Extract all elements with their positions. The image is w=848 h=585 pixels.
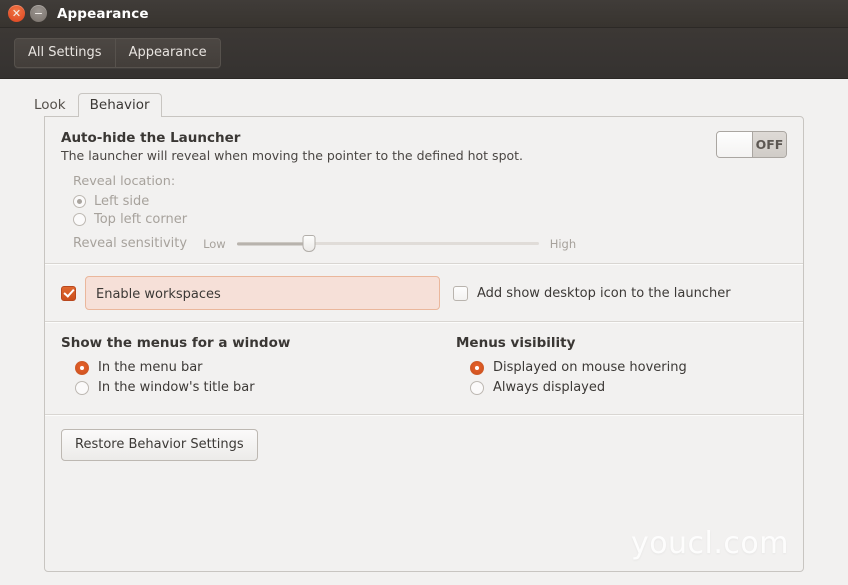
radio-in-the-windows-title-bar[interactable]: In the window's title bar — [75, 380, 456, 395]
radio-label-in-the-windows-title-bar: In the window's title bar — [98, 380, 255, 395]
sensitivity-low-label: Low — [203, 237, 226, 251]
radio-label-top-left-corner: Top left corner — [94, 212, 187, 227]
radio-icon-in-the-menu-bar — [75, 361, 89, 375]
all-settings-button[interactable]: All Settings — [15, 39, 115, 67]
enable-workspaces-focus-box[interactable]: Enable workspaces — [85, 276, 440, 310]
tab-strip: Look Behavior — [22, 91, 826, 116]
radio-displayed-on-mouse-hovering[interactable]: Displayed on mouse hovering — [470, 360, 687, 375]
radio-label-left-side: Left side — [94, 194, 149, 209]
slider-handle[interactable] — [303, 235, 316, 252]
label-show-desktop-icon: Add show desktop icon to the launcher — [477, 286, 731, 301]
radio-icon-in-the-windows-title-bar — [75, 381, 89, 395]
tab-look[interactable]: Look — [22, 93, 78, 117]
reveal-sensitivity-slider[interactable] — [237, 237, 539, 251]
show-menus-title: Show the menus for a window — [61, 335, 456, 351]
radio-label-in-the-menu-bar: In the menu bar — [98, 360, 203, 375]
restore-behavior-settings-button[interactable]: Restore Behavior Settings — [61, 429, 258, 461]
label-enable-workspaces: Enable workspaces — [96, 287, 221, 302]
window-title: Appearance — [57, 6, 149, 22]
auto-hide-toggle[interactable]: OFF — [716, 131, 787, 158]
reveal-sensitivity-label: Reveal sensitivity — [73, 236, 187, 251]
radio-icon-always-displayed — [470, 381, 484, 395]
reveal-location-label: Reveal location: — [73, 174, 787, 189]
minimize-icon[interactable]: − — [30, 5, 47, 22]
checkbox-enable-workspaces[interactable] — [61, 286, 76, 301]
radio-icon-displayed-on-mouse-hovering — [470, 361, 484, 375]
toggle-knob — [717, 132, 753, 157]
appearance-button[interactable]: Appearance — [115, 39, 220, 67]
reveal-location-group: Reveal location: Left side Top left corn… — [73, 174, 787, 251]
menus-visibility-column: Menus visibility Displayed on mouse hove… — [456, 335, 687, 400]
menus-section: Show the menus for a window In the menu … — [45, 323, 803, 414]
auto-hide-text: Auto-hide the Launcher The launcher will… — [61, 130, 523, 163]
workspaces-section: Enable workspaces Add show desktop icon … — [45, 265, 803, 321]
toolbar-segmented-group: All Settings Appearance — [14, 38, 221, 68]
auto-hide-header: Auto-hide the Launcher The launcher will… — [61, 130, 787, 163]
menus-visibility-title: Menus visibility — [456, 335, 687, 351]
radio-reveal-left-side[interactable]: Left side — [73, 194, 787, 209]
toggle-state-label: OFF — [753, 132, 786, 157]
radio-in-the-menu-bar[interactable]: In the menu bar — [75, 360, 456, 375]
restore-button-area: Restore Behavior Settings — [45, 416, 803, 461]
watermark: youcl.com — [631, 526, 789, 561]
radio-reveal-top-left-corner[interactable]: Top left corner — [73, 212, 787, 227]
show-menus-column: Show the menus for a window In the menu … — [61, 335, 456, 400]
auto-hide-section: Auto-hide the Launcher The launcher will… — [45, 117, 803, 263]
auto-hide-title: Auto-hide the Launcher — [61, 130, 523, 146]
radio-label-displayed-on-mouse-hovering: Displayed on mouse hovering — [493, 360, 687, 375]
sensitivity-high-label: High — [550, 237, 576, 251]
radio-label-always-displayed: Always displayed — [493, 380, 605, 395]
checkbox-show-desktop-icon[interactable] — [453, 286, 468, 301]
reveal-sensitivity-row: Reveal sensitivity Low High — [73, 236, 787, 251]
radio-icon-top-left-corner — [73, 213, 86, 226]
radio-always-displayed[interactable]: Always displayed — [470, 380, 687, 395]
auto-hide-description: The launcher will reveal when moving the… — [61, 148, 523, 163]
behavior-panel: Auto-hide the Launcher The launcher will… — [44, 116, 804, 572]
close-icon[interactable]: ✕ — [8, 5, 25, 22]
window-titlebar: ✕ − Appearance — [0, 0, 848, 28]
tab-behavior[interactable]: Behavior — [78, 93, 162, 117]
radio-icon-left-side — [73, 195, 86, 208]
show-desktop-icon-row[interactable]: Add show desktop icon to the launcher — [453, 286, 731, 301]
tabs-and-panel: Look Behavior Auto-hide the Launcher The… — [0, 79, 848, 572]
slider-fill — [237, 242, 309, 245]
toolbar: All Settings Appearance — [0, 28, 848, 79]
